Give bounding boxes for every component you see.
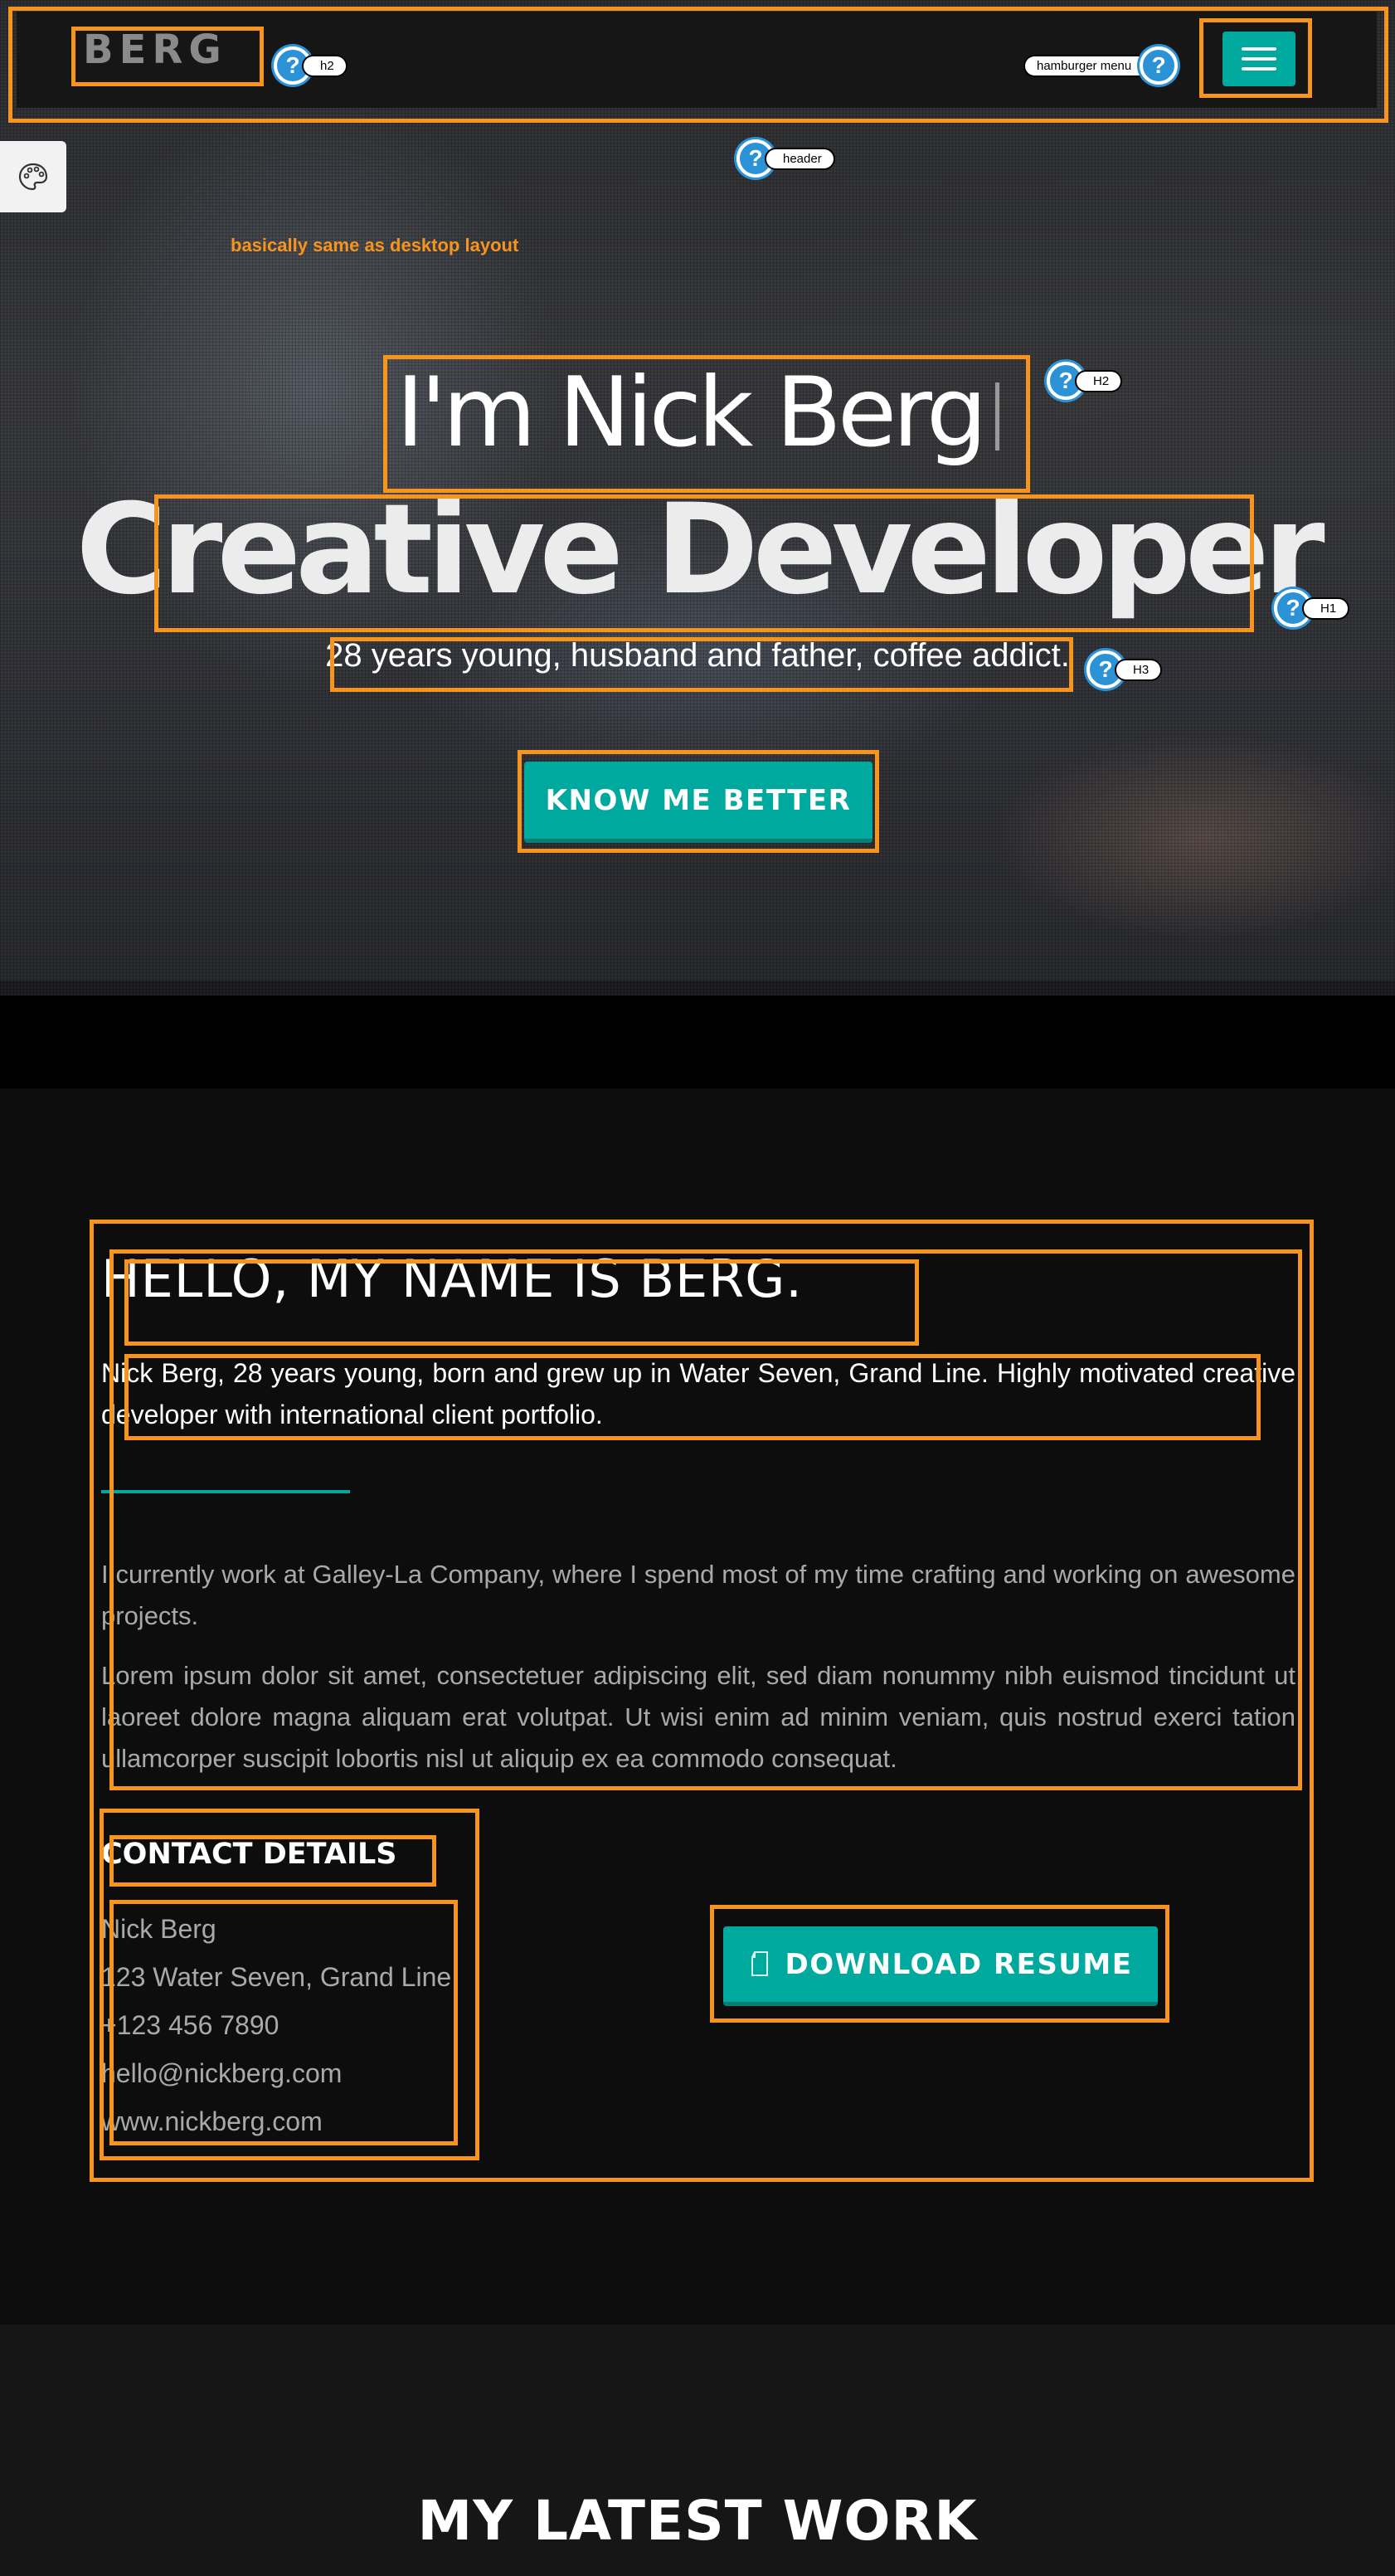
annotation-intro: ? H2 (1047, 362, 1123, 400)
annotation-box-intro (383, 355, 1030, 493)
annotation-label: H3 (1115, 658, 1163, 681)
annotation-logo: ? h2 (274, 46, 348, 85)
hero-bottom-strip (0, 981, 1395, 996)
annotation-label: h2 (302, 54, 348, 77)
annotation-menu: hamburger menu ? (1023, 46, 1179, 85)
annotation-label: H2 (1075, 369, 1123, 392)
annotation-box-about-lead (124, 1354, 1261, 1440)
section-separator (0, 996, 1395, 1088)
annotation-box-tagline (330, 637, 1073, 692)
annotation-box-resume (710, 1905, 1169, 2023)
annotation-box-cta (518, 750, 879, 853)
annotation-label: header (765, 147, 835, 170)
annotation-header: ? header (736, 139, 835, 178)
annotation-box-logo (71, 27, 264, 86)
annotation-tagline: ? H3 (1086, 650, 1163, 689)
annotation-box-contact-list (109, 1900, 458, 2145)
annotation-box-headline (154, 494, 1254, 632)
annotation-headline: ? H1 (1274, 589, 1350, 627)
annotation-box-contact-heading (109, 1835, 436, 1887)
page: BERG I'm Nick Berg Creative Developer 28… (0, 0, 1395, 2576)
help-icon[interactable]: ? (1140, 46, 1179, 85)
style-switcher-button[interactable] (0, 141, 66, 212)
palette-icon (18, 163, 48, 191)
annotation-label: hamburger menu (1023, 54, 1150, 77)
work-heading: MY LATEST WORK (417, 2489, 978, 2553)
annotation-layout-note: basically same as desktop layout (231, 235, 519, 256)
annotation-box-about-heading (124, 1259, 919, 1346)
annotation-label: H1 (1302, 597, 1350, 620)
annotation-box-menu (1199, 18, 1312, 98)
